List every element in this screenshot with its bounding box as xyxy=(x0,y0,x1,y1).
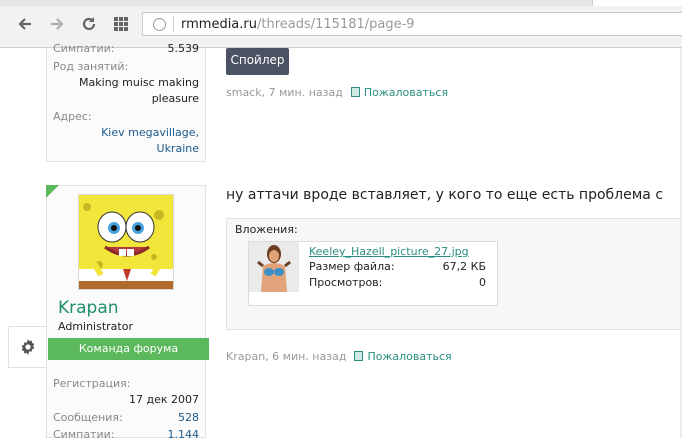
team-badge: Команда форума xyxy=(48,338,209,360)
occupation-label: Род занятий: xyxy=(53,60,129,73)
sympathy-label: Симпатии: xyxy=(53,42,115,55)
online-indicator xyxy=(46,185,59,198)
post-time[interactable]: 6 мин. назад xyxy=(272,350,346,363)
address-link-line-1[interactable]: Kiev megavillage, xyxy=(101,126,199,139)
file-size-label: Размер файла: xyxy=(309,260,395,273)
url-text: rmmedia.ru/threads/115181/page-9 xyxy=(181,17,415,32)
post-time[interactable]: 7 мин. назад xyxy=(269,86,343,99)
forum-page: Симпатии: 5.539 Род занятий: Making muis… xyxy=(0,42,682,438)
tab-fragment[interactable] xyxy=(592,0,682,6)
apps-grid-icon[interactable] xyxy=(112,15,130,33)
attachment-file-link[interactable]: Keeley_Hazell_picture_27.jpg xyxy=(309,245,469,258)
sympathy-value[interactable]: 1.144 xyxy=(168,428,200,438)
user-title: Administrator xyxy=(58,320,133,333)
file-size-value: 67,2 КБ xyxy=(442,260,486,273)
registration-label: Регистрация: xyxy=(53,377,131,390)
sympathy-label: Симпатии: xyxy=(53,428,115,438)
attachment-thumbnail[interactable] xyxy=(249,242,299,292)
report-link[interactable]: Пожаловаться xyxy=(367,350,451,363)
book-icon xyxy=(350,87,360,97)
book-icon xyxy=(354,351,364,361)
reload-icon[interactable] xyxy=(80,15,98,33)
message-notch xyxy=(206,196,215,212)
username-link[interactable]: Krapan xyxy=(58,298,119,318)
registration-value: 17 дек 2007 xyxy=(128,393,199,406)
messages-label: Сообщения: xyxy=(53,411,123,424)
attachments-title: Вложения: xyxy=(235,223,298,236)
spoiler-button[interactable]: Спойлер xyxy=(226,48,289,75)
address-label: Адрес: xyxy=(53,110,92,123)
browser-toolbar: rmmedia.ru/threads/115181/page-9 xyxy=(0,0,682,48)
globe-icon xyxy=(153,18,166,31)
address-bar[interactable]: rmmedia.ru/threads/115181/page-9 xyxy=(142,12,682,36)
attachment-item: Keeley_Hazell_picture_27.jpg Размер файл… xyxy=(248,241,498,306)
post-author-link[interactable]: Krapan xyxy=(226,350,265,363)
sympathy-value: 5.539 xyxy=(167,42,200,55)
post-message-text: ну аттачи вроде вставляет, у кого то еще… xyxy=(226,187,664,203)
address-separator xyxy=(173,16,174,32)
user-info-panel-krapan: Krapan Administrator Команда форума Реги… xyxy=(46,185,209,438)
arrow-right-icon[interactable] xyxy=(48,15,66,33)
tab-strip xyxy=(0,0,682,6)
user-info-panel: Симпатии: 5.539 Род занятий: Making muis… xyxy=(46,42,206,162)
post-meta: Krapan, 6 мин. назад Пожаловаться xyxy=(226,350,452,363)
report-link[interactable]: Пожаловаться xyxy=(364,86,448,99)
occupation-line-2: pleasure xyxy=(151,92,199,105)
arrow-left-icon[interactable] xyxy=(16,15,34,33)
views-label: Просмотров: xyxy=(309,276,383,289)
attachments-block: Вложения: Keeley_Hazell_picture_27.jpg Р… xyxy=(226,218,682,330)
url-path: /threads/115181/page-9 xyxy=(257,17,415,32)
post-author-link[interactable]: smack xyxy=(226,86,262,99)
occupation-line-1: Making muisc making xyxy=(79,76,199,89)
avatar[interactable] xyxy=(78,194,174,290)
messages-value[interactable]: 528 xyxy=(178,411,199,424)
gear-icon[interactable] xyxy=(8,326,46,368)
address-link-line-2[interactable]: Ukraine xyxy=(157,142,199,155)
views-value: 0 xyxy=(479,276,486,289)
url-host: rmmedia.ru xyxy=(181,17,257,32)
post-meta: smack, 7 мин. назад Пожаловаться xyxy=(226,86,449,99)
